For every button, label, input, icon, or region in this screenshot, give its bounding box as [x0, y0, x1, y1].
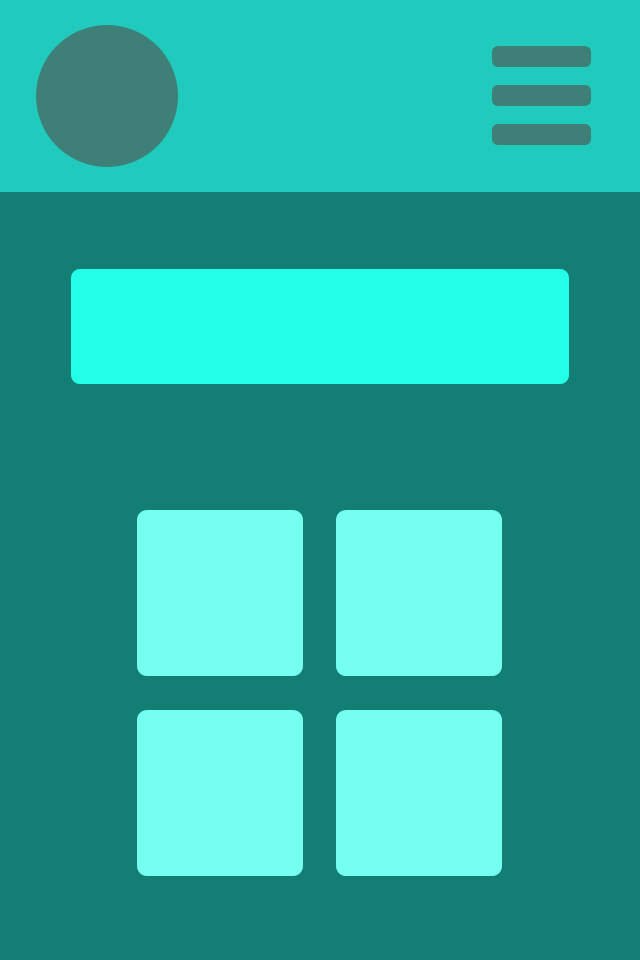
menu-icon-bar-top [492, 46, 591, 67]
app-screen [0, 0, 640, 960]
grid-tile[interactable] [336, 710, 502, 876]
grid-tile[interactable] [137, 710, 303, 876]
menu-icon-bar-middle [492, 85, 591, 106]
menu-button[interactable] [488, 42, 596, 150]
header [0, 0, 640, 192]
grid-tile[interactable] [336, 510, 502, 676]
menu-icon-bar-bottom [492, 124, 591, 145]
banner-card[interactable] [71, 269, 569, 384]
avatar[interactable] [36, 25, 178, 167]
grid-tile[interactable] [137, 510, 303, 676]
